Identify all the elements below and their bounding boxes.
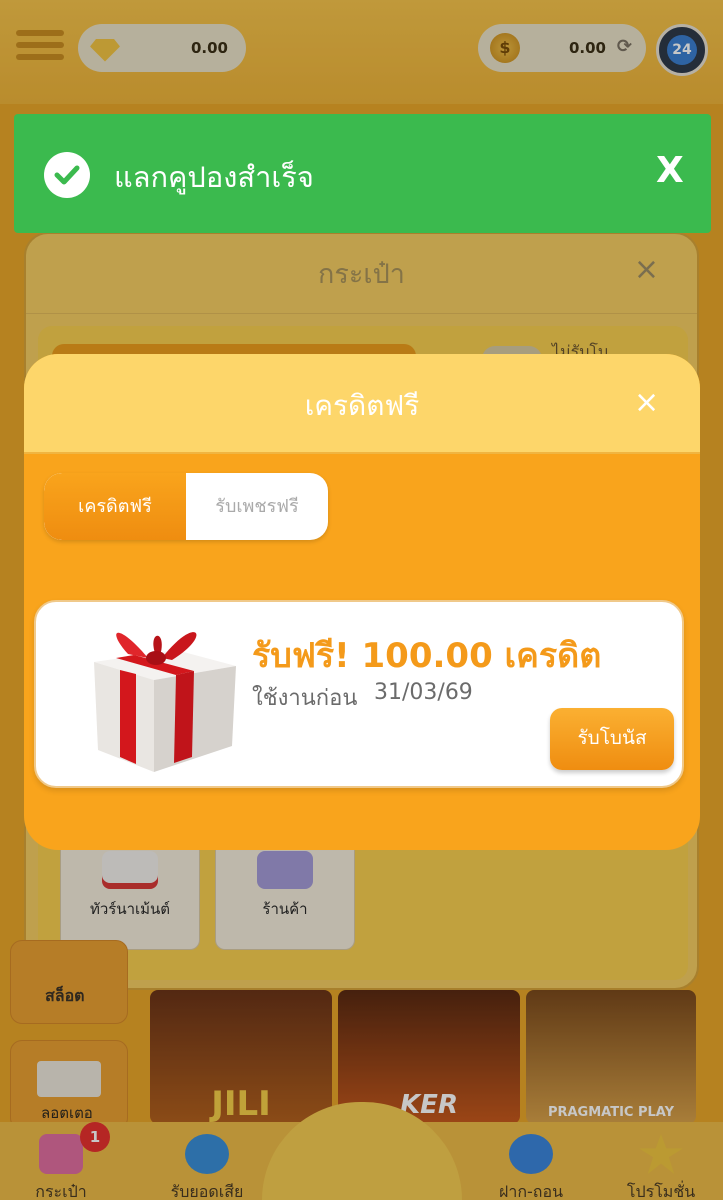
bonus-title: รับฟรี! 100.00 เครดิต [252,636,602,676]
modal-close-icon[interactable]: × [634,388,659,418]
bonus-expiry-date: 31/03/69 [374,680,473,705]
check-circle-icon [44,152,90,198]
toast-close-icon[interactable]: X [656,150,684,191]
tab-free-credit[interactable]: เครดิตฟรี [44,473,186,540]
tab-free-diamonds[interactable]: รับเพชรฟรี [186,473,328,540]
bonus-card: รับฟรี! 100.00 เครดิต ใช้งานก่อน 31/03/6… [34,600,684,788]
bonus-expiry-label: ใช้งานก่อน [252,686,358,711]
gift-box-icon [94,632,236,772]
toast-message: แลกคูปองสำเร็จ [114,160,314,194]
free-credit-modal: เครดิตฟรี × เครดิตฟรี รับเพชรฟรี รับฟรี!… [24,354,700,850]
claim-bonus-button[interactable]: รับโบนัส [550,708,674,770]
modal-tabs: เครดิตฟรี รับเพชรฟรี [44,473,328,540]
modal-title: เครดิตฟรี [304,389,420,422]
modal-header: เครดิตฟรี × [24,354,700,454]
